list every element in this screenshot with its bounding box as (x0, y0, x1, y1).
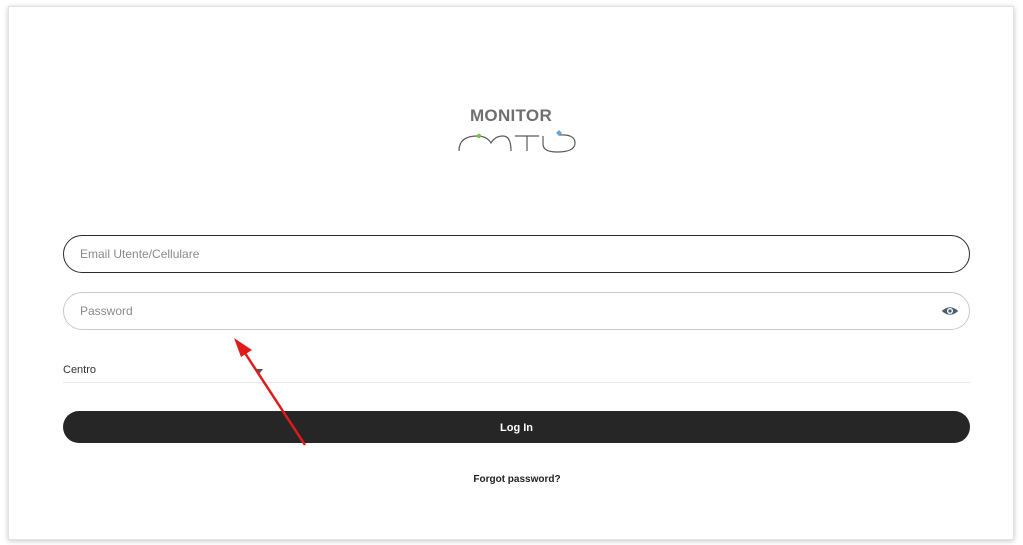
password-input[interactable] (80, 293, 930, 329)
email-field[interactable] (63, 235, 970, 273)
login-window: MONITOR Centro Log In Forgot password? (8, 6, 1014, 540)
centro-select[interactable]: Centro (63, 361, 970, 383)
forgot-password-link[interactable]: Forgot password? (417, 474, 617, 485)
email-input[interactable] (80, 236, 930, 272)
brand-header: MONITOR (421, 106, 601, 160)
password-field[interactable] (63, 292, 970, 330)
login-button[interactable]: Log In (63, 411, 970, 443)
centro-label: Centro (63, 364, 97, 376)
chevron-down-icon[interactable] (255, 369, 263, 374)
app-title: MONITOR (469, 106, 553, 125)
mto-logo-icon (458, 130, 576, 153)
eye-icon[interactable] (941, 304, 959, 318)
